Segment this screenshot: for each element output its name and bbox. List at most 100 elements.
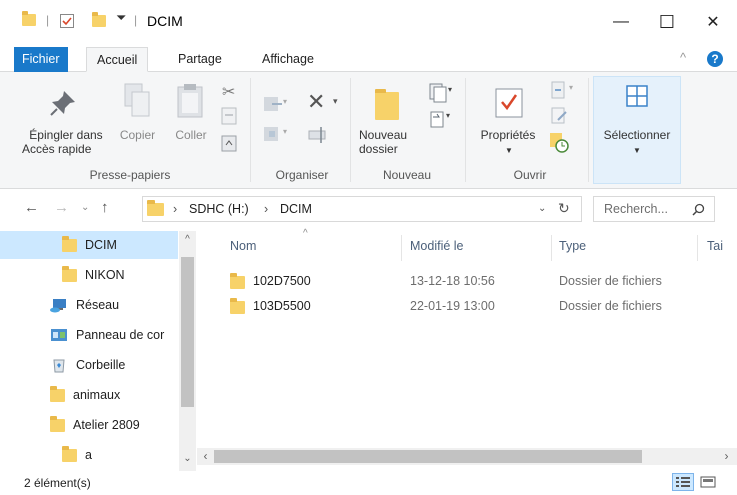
tab-file[interactable]: Fichier [14,47,68,72]
properties-button[interactable]: Propriétés [472,128,544,142]
recent-locations-icon[interactable]: ⌄ [81,202,89,213]
breadcrumb-folder[interactable]: DCIM [280,202,312,216]
easy-access-icon[interactable]: ▾ [427,108,455,130]
pin-button[interactable]: Épingler dans Accès rapide [20,128,112,156]
scroll-up-icon[interactable]: ^ [179,234,196,245]
table-row[interactable]: 103D5500 22-01-19 13:00 Dossier de fichi… [197,296,737,318]
svg-text:▾: ▾ [283,97,287,106]
column-divider[interactable] [551,235,552,261]
navigation-pane: DCIM NIKON Réseau Panneau de cor Corbeil… [0,231,197,471]
copy-button[interactable]: Copier [115,128,160,142]
scrollbar-thumb[interactable] [214,450,642,463]
separator [250,78,251,182]
new-folder-button[interactable]: Nouveau dossier [359,128,419,156]
large-icons-view-icon [700,476,716,488]
nav-item-dcim[interactable]: DCIM [0,231,178,259]
nav-pane-scrollbar[interactable]: ^ ⌄ [179,231,196,471]
forward-arrow-icon[interactable]: → [54,199,69,216]
customize-toolbar-icon[interactable]: ⏷ [116,10,126,26]
open-icon[interactable]: ▾ [549,80,577,102]
up-arrow-icon[interactable]: ↑ [101,199,109,216]
svg-text:▾: ▾ [446,111,450,120]
nav-item-a[interactable]: a [0,441,178,469]
address-dropdown-icon[interactable]: ⌄ [538,203,546,214]
nav-item-control-panel[interactable]: Panneau de cor [0,321,178,349]
column-divider[interactable] [697,235,698,261]
search-icon[interactable] [692,203,705,216]
nav-item-recycle-bin[interactable]: Corbeille [0,351,178,379]
minimize-button[interactable]: — [598,6,644,38]
rename-icon[interactable] [307,124,331,144]
scroll-right-icon[interactable]: › [718,449,735,463]
search-box[interactable]: Recherch... [593,196,715,222]
edit-icon[interactable] [549,106,571,126]
cut-icon[interactable]: ✂ [222,82,235,102]
pin-icon[interactable] [48,88,78,118]
table-row[interactable]: 102D7500 13-12-18 10:56 Dossier de fichi… [197,271,737,293]
delete-dropdown-icon[interactable]: ▾ [333,96,338,107]
nav-item-nikon[interactable]: NIKON [0,261,178,289]
sort-ascending-icon: ^ [303,228,308,239]
refresh-icon[interactable]: ↻ [558,200,570,217]
select-grid-icon[interactable] [625,84,649,108]
column-divider[interactable] [401,235,402,261]
new-group-label: Nouveau [382,168,432,182]
status-bar: 2 élément(s) [0,471,737,495]
scroll-left-icon[interactable]: ‹ [197,449,214,463]
large-icons-view-button[interactable] [697,473,719,491]
column-header-name[interactable]: Nom [230,239,256,253]
maximize-button[interactable]: ☐ [644,6,690,38]
new-item-icon[interactable]: ▾ [427,82,455,104]
open-group-label: Ouvrir [513,168,547,182]
column-header-size[interactable]: Tai [707,239,723,253]
select-button[interactable]: Sélectionner [593,128,681,142]
new-folder-quick-icon[interactable] [92,12,106,27]
svg-text:▾: ▾ [569,83,573,92]
properties-dropdown-icon[interactable]: ▼ [505,146,513,155]
properties-quick-icon[interactable] [60,14,74,28]
back-arrow-icon[interactable]: ← [24,199,39,216]
collapse-ribbon-icon[interactable]: ^ [680,50,686,65]
new-folder-icon[interactable] [375,89,399,120]
close-button[interactable]: ✕ [690,6,736,38]
svg-text:▾: ▾ [283,127,287,136]
ribbon: Épingler dans Accès rapide Copier Coller… [0,72,737,189]
breadcrumb-drive[interactable]: SDHC (H:) [189,202,249,216]
select-dropdown-icon[interactable]: ▼ [633,146,641,155]
breadcrumb-separator[interactable]: › [173,202,177,216]
paste-shortcut-icon[interactable] [221,134,237,152]
tab-view[interactable]: Affichage [252,47,324,72]
help-icon[interactable]: ? [707,51,723,67]
copy-path-icon[interactable] [221,107,237,125]
copy-to-icon[interactable]: ▾ [262,124,290,144]
breadcrumb-separator[interactable]: › [264,202,268,216]
file-type: Dossier de fichiers [559,274,662,288]
details-view-button[interactable] [672,473,694,491]
nav-item-network[interactable]: Réseau [0,291,178,319]
folder-icon [62,445,77,462]
folder-icon [50,385,65,402]
details-view-icon [676,477,690,487]
tab-home[interactable]: Accueil [86,47,149,72]
address-bar[interactable]: › SDHC (H:) › DCIM ⌄ ↻ [142,196,582,222]
column-header-modified[interactable]: Modifié le [410,239,464,253]
paste-icon[interactable] [175,82,205,120]
scrollbar-thumb[interactable] [181,257,194,407]
tab-share[interactable]: Partage [168,47,232,72]
nav-item-animaux[interactable]: animaux [0,381,178,409]
search-input[interactable]: Recherch... [604,202,668,216]
title-bar: | ⏷ | DCIM — ☐ ✕ [0,0,737,44]
recycle-bin-icon [53,359,65,373]
move-to-icon[interactable]: ▾ [262,94,290,114]
file-list-scrollbar[interactable]: ‹ › [197,448,737,465]
separator: | [46,13,50,27]
copy-icon[interactable] [122,82,152,120]
scroll-down-icon[interactable]: ⌄ [179,453,196,464]
paste-button[interactable]: Coller [170,128,212,142]
column-header-type[interactable]: Type [559,239,586,253]
properties-icon[interactable] [494,84,524,120]
delete-icon[interactable]: ✕ [307,89,325,115]
history-icon[interactable] [547,130,571,154]
nav-item-atelier-2809[interactable]: Atelier 2809 [0,411,178,439]
separator [350,78,351,182]
